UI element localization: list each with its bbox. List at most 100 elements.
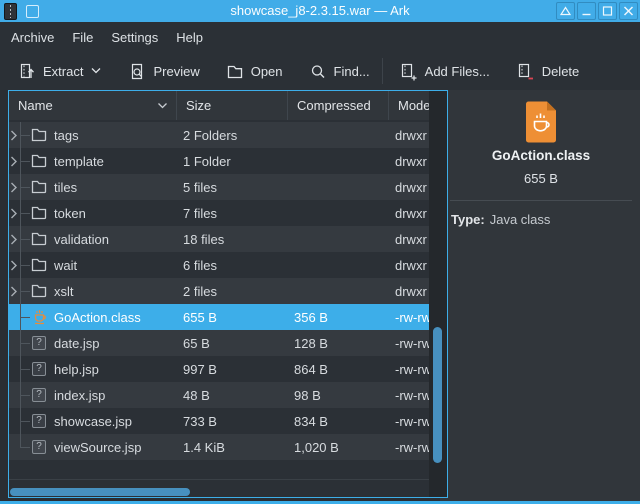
cell-name: viewSource.jsp: [54, 440, 176, 455]
table-row[interactable]: ?index.jsp48 B98 B-rw-rw: [9, 382, 430, 408]
column-header-name[interactable]: Name: [9, 91, 176, 120]
cell-mode: drwxr: [388, 128, 430, 143]
tree-branch: [9, 200, 30, 226]
open-label: Open: [251, 64, 283, 79]
cell-compressed: 834 B: [287, 414, 388, 429]
keep-above-button[interactable]: [556, 2, 575, 20]
cell-name: tags: [54, 128, 176, 143]
on-all-desktops-button[interactable]: [26, 5, 39, 18]
cell-size: 6 files: [176, 258, 287, 273]
cell-size: 733 B: [176, 414, 287, 429]
table-row[interactable]: wait6 filesdrwxr: [9, 252, 430, 278]
cell-compressed: 356 B: [287, 310, 388, 325]
window-title: showcase_j8-2.3.15.war — Ark: [120, 0, 520, 22]
cell-size: 7 files: [176, 206, 287, 221]
ark-app-icon: [4, 3, 17, 20]
titlebar[interactable]: showcase_j8-2.3.15.war — Ark: [0, 0, 640, 22]
unknown-file-icon: ?: [32, 414, 46, 428]
chevron-down-icon[interactable]: [90, 67, 102, 75]
expand-chevron-icon[interactable]: [10, 260, 18, 271]
menu-item-settings[interactable]: Settings: [102, 26, 167, 49]
cell-size: 48 B: [176, 388, 287, 403]
cell-name: date.jsp: [54, 336, 176, 351]
table-row[interactable]: GoAction.class655 B356 B-rw-rw: [9, 304, 430, 330]
cell-mode: -rw-rw: [388, 388, 430, 403]
expand-chevron-icon[interactable]: [10, 182, 18, 193]
tree-branch: [9, 174, 30, 200]
type-value: Java class: [490, 212, 551, 227]
horizontal-scrollbar-thumb[interactable]: [10, 488, 190, 496]
cell-mode: drwxr: [388, 154, 430, 169]
column-header-mode[interactable]: Mode: [388, 91, 430, 120]
table-row[interactable]: token7 filesdrwxr: [9, 200, 430, 226]
vertical-scrollbar-track[interactable]: [429, 91, 447, 497]
folder-icon: [31, 180, 47, 194]
cell-name: wait: [54, 258, 176, 273]
table-row[interactable]: validation18 filesdrwxr: [9, 226, 430, 252]
minimize-button[interactable]: [577, 2, 596, 20]
menu-item-archive[interactable]: Archive: [2, 26, 63, 49]
cell-size: 18 files: [176, 232, 287, 247]
tree-branch: [9, 122, 30, 148]
tree-branch: [9, 252, 30, 278]
folder-icon: [31, 284, 47, 298]
folder-icon: [31, 258, 47, 272]
toolbar: Extract Preview Open Find... Add: [0, 52, 640, 90]
folder-icon: [31, 232, 47, 246]
unknown-file-icon: ?: [32, 440, 46, 454]
cell-name: template: [54, 154, 176, 169]
column-header-compressed[interactable]: Compressed: [287, 91, 388, 120]
close-button[interactable]: [619, 2, 638, 20]
menu-item-file[interactable]: File: [63, 26, 102, 49]
cell-compressed: 98 B: [287, 388, 388, 403]
expand-chevron-icon[interactable]: [10, 234, 18, 245]
extract-button[interactable]: Extract: [12, 58, 108, 85]
folder-icon: [31, 206, 47, 220]
vertical-scrollbar-thumb[interactable]: [433, 327, 442, 463]
add-files-button[interactable]: Add Files...: [393, 58, 496, 85]
search-icon: [309, 62, 327, 81]
preview-button[interactable]: Preview: [122, 58, 205, 85]
unknown-file-icon: ?: [32, 362, 46, 376]
tree-branch: [9, 330, 30, 356]
expand-chevron-icon[interactable]: [10, 130, 18, 141]
cell-compressed: 1,020 B: [287, 440, 388, 455]
tree-branch: [9, 408, 30, 434]
unknown-file-icon: ?: [32, 336, 46, 350]
cell-size: 5 files: [176, 180, 287, 195]
cell-mode: -rw-rw: [388, 310, 430, 325]
main-area: GoAction.class 655 B Type:Java class Nam…: [0, 90, 640, 501]
expand-chevron-icon[interactable]: [10, 286, 18, 297]
tree-branch: [9, 278, 30, 304]
cell-name: showcase.jsp: [54, 414, 176, 429]
cell-mode: drwxr: [388, 180, 430, 195]
maximize-button[interactable]: [598, 2, 617, 20]
table-row[interactable]: template1 Folderdrwxr: [9, 148, 430, 174]
cell-name: help.jsp: [54, 362, 176, 377]
table-row[interactable]: ?help.jsp997 B864 B-rw-rw: [9, 356, 430, 382]
cell-compressed: 128 B: [287, 336, 388, 351]
folder-icon: [31, 154, 47, 168]
table-row[interactable]: tags2 Foldersdrwxr: [9, 122, 430, 148]
java-coffee-icon: [32, 310, 47, 325]
delete-button[interactable]: Delete: [510, 58, 586, 85]
table-row[interactable]: ?date.jsp65 B128 B-rw-rw: [9, 330, 430, 356]
preview-icon: [128, 62, 146, 81]
cell-name: xslt: [54, 284, 176, 299]
table-row[interactable]: ?showcase.jsp733 B834 B-rw-rw: [9, 408, 430, 434]
table-row[interactable]: tiles5 filesdrwxr: [9, 174, 430, 200]
cell-name: token: [54, 206, 176, 221]
menu-item-help[interactable]: Help: [167, 26, 212, 49]
find-button[interactable]: Find...: [303, 58, 376, 85]
expand-chevron-icon[interactable]: [10, 208, 18, 219]
column-header-size[interactable]: Size: [176, 91, 287, 120]
expand-chevron-icon[interactable]: [10, 156, 18, 167]
archive-tree-panel: Name Size Compressed Mode tags2 Foldersd…: [8, 90, 448, 498]
file-list: tags2 Foldersdrwxrtemplate1 Folderdrwxrt…: [9, 122, 430, 460]
toolbar-separator: [382, 58, 383, 84]
table-row[interactable]: xslt2 filesdrwxr: [9, 278, 430, 304]
delete-label: Delete: [542, 64, 580, 79]
open-button[interactable]: Open: [220, 58, 289, 85]
table-row[interactable]: ?viewSource.jsp1.4 KiB1,020 B-rw-rw: [9, 434, 430, 460]
cell-mode: -rw-rw: [388, 336, 430, 351]
